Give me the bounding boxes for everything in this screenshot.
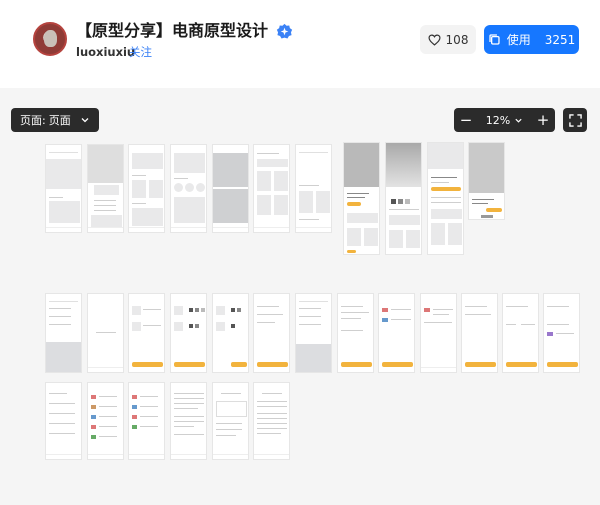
zoom-level: 12% — [485, 113, 511, 127]
copy-icon — [489, 34, 500, 45]
prototype-frame-thumbnail[interactable] — [253, 293, 290, 373]
prototype-frame-thumbnail[interactable] — [45, 144, 82, 233]
use-count: 3251 — [544, 32, 576, 47]
prototype-frame-thumbnail[interactable] — [295, 293, 332, 373]
prototype-frame-thumbnail[interactable] — [468, 142, 505, 220]
prototype-frame-thumbnail[interactable] — [170, 293, 207, 373]
prototype-frame-thumbnail[interactable] — [385, 142, 422, 255]
chevron-down-icon — [81, 118, 89, 123]
fullscreen-button[interactable] — [563, 108, 587, 132]
prototype-frame-thumbnail[interactable] — [253, 382, 290, 460]
zoom-out-button[interactable]: − — [454, 108, 478, 132]
prototype-frame-thumbnail[interactable] — [502, 293, 539, 373]
page-selector[interactable]: 页面: 页面 — [11, 108, 99, 132]
prototype-frame-thumbnail[interactable] — [427, 142, 464, 255]
like-button[interactable]: 108 — [420, 25, 476, 54]
page-selector-value: 页面 — [48, 114, 71, 127]
prototype-frame-thumbnail[interactable] — [170, 382, 207, 460]
prototype-frame-thumbnail[interactable] — [170, 144, 207, 233]
prototype-frame-thumbnail[interactable] — [420, 293, 457, 373]
prototype-frame-thumbnail[interactable] — [543, 293, 580, 373]
prototype-frame-thumbnail[interactable] — [337, 293, 374, 373]
page-selector-prefix: 页面: — [20, 114, 46, 127]
prototype-frame-thumbnail[interactable] — [87, 144, 124, 233]
prototype-frame-thumbnail[interactable] — [87, 293, 124, 373]
author-avatar[interactable] — [33, 22, 67, 56]
prototype-frame-thumbnail[interactable] — [128, 382, 165, 460]
project-title: 【原型分享】电商原型设计 — [76, 21, 269, 40]
prototype-frame-thumbnail[interactable] — [212, 382, 249, 460]
fullscreen-icon — [568, 113, 582, 127]
project-header: 【原型分享】电商原型设计 luoxiuxiu 关注 108 使用 3251 — [0, 0, 600, 88]
prototype-frame-thumbnail[interactable] — [343, 142, 380, 255]
verified-badge-icon — [276, 23, 293, 39]
author-name[interactable]: luoxiuxiu — [76, 45, 135, 59]
chevron-down-icon — [515, 118, 522, 123]
prototype-frame-thumbnail[interactable] — [212, 144, 249, 233]
prototype-canvas[interactable]: 页面: 页面 − 12% + — [0, 88, 600, 505]
prototype-frame-thumbnail[interactable] — [378, 293, 415, 373]
use-template-button[interactable]: 使用 3251 — [484, 25, 579, 54]
use-label: 使用 — [506, 33, 531, 47]
prototype-frame-thumbnail[interactable] — [87, 382, 124, 460]
prototype-frame-thumbnail[interactable] — [461, 293, 498, 373]
prototype-frame-thumbnail[interactable] — [128, 144, 165, 233]
prototype-frame-thumbnail[interactable] — [45, 382, 82, 460]
prototype-frame-thumbnail[interactable] — [253, 144, 290, 233]
zoom-level-dropdown[interactable]: 12% — [478, 114, 531, 127]
prototype-frame-thumbnail[interactable] — [45, 293, 82, 373]
prototype-frame-thumbnail[interactable] — [295, 144, 332, 233]
heart-icon — [428, 34, 441, 46]
prototype-frame-thumbnail[interactable] — [212, 293, 249, 373]
prototype-frame-thumbnail[interactable] — [128, 293, 165, 373]
like-count: 108 — [445, 32, 469, 47]
follow-link[interactable]: 关注 — [129, 45, 152, 59]
zoom-in-button[interactable]: + — [531, 108, 555, 132]
zoom-control: − 12% + — [454, 108, 555, 132]
